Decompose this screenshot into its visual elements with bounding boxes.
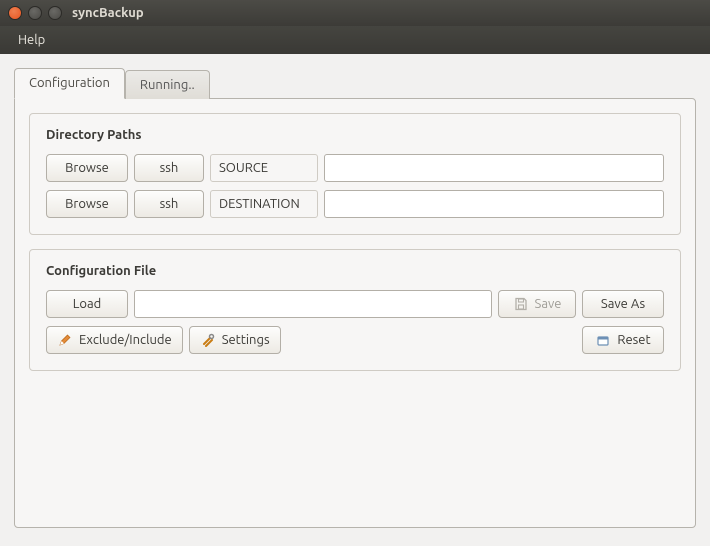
source-path-input[interactable] <box>324 154 664 182</box>
menubar: Help <box>0 26 710 54</box>
tab-configuration[interactable]: Configuration <box>14 68 125 99</box>
load-button[interactable]: Load <box>46 290 128 318</box>
configuration-file-title: Configuration File <box>46 264 664 278</box>
config-file-row: Load Save Save As <box>46 290 664 318</box>
frame-configuration-file: Configuration File Load Save <box>29 249 681 371</box>
browse-destination-button[interactable]: Browse <box>46 190 128 218</box>
window-title: syncBackup <box>72 6 144 20</box>
reset-label: Reset <box>617 333 650 347</box>
minimize-window-button[interactable] <box>28 6 42 20</box>
notebook: Configuration Running.. Directory Paths … <box>14 68 696 530</box>
exclude-include-button[interactable]: Exclude/Include <box>46 326 183 354</box>
directory-paths-title: Directory Paths <box>46 128 664 142</box>
maximize-window-button[interactable] <box>48 6 62 20</box>
reset-icon <box>595 332 611 348</box>
ssh-destination-button[interactable]: ssh <box>134 190 204 218</box>
tab-running[interactable]: Running.. <box>125 70 210 99</box>
settings-label: Settings <box>222 333 270 347</box>
reset-button[interactable]: Reset <box>582 326 664 354</box>
save-icon <box>513 296 529 312</box>
close-window-button[interactable] <box>8 6 22 20</box>
settings-icon <box>200 332 216 348</box>
window-titlebar: syncBackup <box>0 0 710 26</box>
window-buttons <box>8 6 62 20</box>
content-area: Configuration Running.. Directory Paths … <box>0 54 710 544</box>
tabstrip: Configuration Running.. <box>14 68 696 99</box>
destination-path-input[interactable] <box>324 190 664 218</box>
config-file-input[interactable] <box>134 290 492 318</box>
menu-help[interactable]: Help <box>10 30 53 50</box>
frame-directory-paths: Directory Paths Browse ssh SOURCE Browse… <box>29 113 681 235</box>
destination-label: DESTINATION <box>210 190 318 218</box>
source-label: SOURCE <box>210 154 318 182</box>
save-button[interactable]: Save <box>498 290 576 318</box>
exclude-include-label: Exclude/Include <box>79 333 172 347</box>
save-button-label: Save <box>535 297 562 311</box>
settings-button[interactable]: Settings <box>189 326 281 354</box>
save-as-button[interactable]: Save As <box>582 290 664 318</box>
destination-row: Browse ssh DESTINATION <box>46 190 664 218</box>
browse-source-button[interactable]: Browse <box>46 154 128 182</box>
ssh-source-button[interactable]: ssh <box>134 154 204 182</box>
source-row: Browse ssh SOURCE <box>46 154 664 182</box>
config-actions-row: Exclude/Include Settings <box>46 326 664 354</box>
tab-page-configuration: Directory Paths Browse ssh SOURCE Browse… <box>14 98 696 528</box>
pencil-icon <box>57 332 73 348</box>
